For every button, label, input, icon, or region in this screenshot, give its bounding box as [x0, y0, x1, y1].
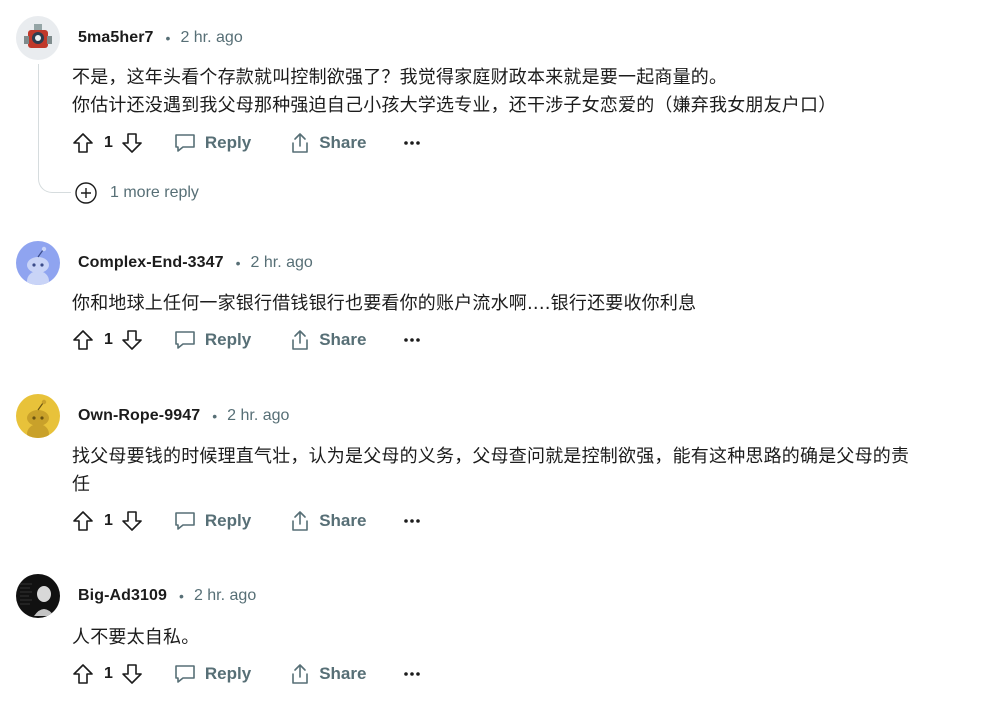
more-replies-label: 1 more reply: [110, 184, 199, 201]
comment-bubble-icon: [175, 134, 195, 152]
comment-actions: 1 Reply Share: [72, 127, 421, 159]
username[interactable]: Complex-End-3347: [78, 254, 224, 272]
reply-label: Reply: [204, 330, 252, 349]
expand-plus-icon: [75, 182, 97, 204]
ellipsis-icon: [404, 141, 421, 145]
reply-label: Reply: [204, 664, 252, 683]
share-label: Share: [319, 330, 367, 349]
downvote-button[interactable]: [121, 329, 143, 351]
vote-count: 1: [104, 331, 113, 348]
share-label: Share: [319, 511, 367, 530]
avatar[interactable]: [16, 16, 60, 60]
more-options-button[interactable]: [404, 140, 421, 146]
reply-label: Reply: [204, 133, 252, 152]
share-icon: [292, 133, 309, 153]
comment-body: 人不要太自私。: [72, 624, 992, 652]
avatar[interactable]: [16, 394, 60, 438]
reply-label: Reply: [204, 511, 252, 530]
reply-button[interactable]: Reply: [173, 132, 251, 154]
upvote-button[interactable]: [72, 663, 94, 685]
vote-count: 1: [104, 665, 113, 682]
avatar[interactable]: [16, 241, 60, 285]
comment-actions: 1 Reply Share: [72, 658, 421, 690]
comment-bubble-icon: [175, 512, 195, 530]
upvote-button[interactable]: [72, 132, 94, 154]
comment-actions: 1 Reply Share: [72, 324, 421, 356]
comment-bubble-icon: [175, 665, 195, 683]
ellipsis-icon: [404, 519, 421, 523]
comment-line: 不是，这年头看个存款就叫控制欲强了？我觉得家庭财政本来就是要一起商量的。: [72, 67, 728, 88]
timestamp: 2 hr. ago: [250, 254, 313, 271]
comment-line: 你估计还没遇到我父母那种强迫自己小孩大学选专业，还干涉子女恋爱的（嫌弃我女朋友户…: [72, 95, 837, 116]
share-icon: [292, 511, 309, 531]
more-options-button[interactable]: [404, 671, 421, 677]
comment-actions: 1 Reply Share: [72, 505, 421, 537]
dark-bust-avatar-icon: [16, 574, 60, 618]
share-icon: [292, 664, 309, 684]
upvote-button[interactable]: [72, 510, 94, 532]
separator-dot: •: [165, 30, 171, 46]
downvote-button[interactable]: [121, 663, 143, 685]
snoo-yellow-avatar-icon: [16, 394, 60, 438]
comment-body: 找父母要钱的时候理直气壮，认为是父母的义务，父母查问就是控制欲强，能有这种思路的…: [72, 443, 992, 499]
share-button[interactable]: Share: [289, 329, 366, 351]
share-button[interactable]: Share: [289, 663, 366, 685]
downvote-button[interactable]: [121, 132, 143, 154]
upvote-arrow-icon: [73, 511, 93, 531]
downvote-arrow-icon: [122, 133, 142, 153]
timestamp: 2 hr. ago: [193, 587, 257, 604]
timestamp: 2 hr. ago: [180, 29, 243, 46]
share-label: Share: [319, 133, 367, 152]
username[interactable]: 5ma5her7: [78, 29, 154, 47]
comment-line: 你和地球上任何一家银行借钱银行也要看你的账户流水啊....银行还要收你利息: [72, 293, 697, 314]
more-options-button[interactable]: [404, 518, 421, 524]
separator-dot: •: [212, 408, 218, 424]
username[interactable]: Own-Rope-9947: [78, 407, 200, 425]
comment-line: 找父母要钱的时候理直气壮，认为是父母的义务，父母查问就是控制欲强，能有这种思路的…: [72, 446, 910, 467]
share-button[interactable]: Share: [289, 132, 366, 154]
reply-button[interactable]: Reply: [173, 510, 251, 532]
comment-bubble-icon: [175, 331, 195, 349]
timestamp: 2 hr. ago: [227, 407, 290, 424]
snoo-blue-avatar-icon: [16, 241, 60, 285]
more-replies-link[interactable]: 1 more reply: [74, 181, 199, 205]
downvote-arrow-icon: [122, 330, 142, 350]
upvote-arrow-icon: [73, 664, 93, 684]
downvote-arrow-icon: [122, 511, 142, 531]
vote-count: 1: [104, 134, 113, 151]
share-button[interactable]: Share: [289, 510, 366, 532]
username[interactable]: Big-Ad3109: [78, 587, 167, 605]
more-options-button[interactable]: [404, 337, 421, 343]
upvote-arrow-icon: [73, 330, 93, 350]
separator-dot: •: [179, 588, 184, 604]
share-label: Share: [319, 664, 367, 683]
comment-body: 不是，这年头看个存款就叫控制欲强了？我觉得家庭财政本来就是要一起商量的。 你估计…: [72, 64, 992, 120]
downvote-arrow-icon: [122, 664, 142, 684]
robot-avatar-icon: [16, 16, 60, 60]
comment-line: 任: [72, 474, 91, 495]
avatar[interactable]: [16, 574, 60, 618]
upvote-arrow-icon: [73, 133, 93, 153]
downvote-button[interactable]: [121, 510, 143, 532]
upvote-button[interactable]: [72, 329, 94, 351]
share-icon: [292, 330, 309, 350]
reply-button[interactable]: Reply: [173, 663, 251, 685]
thread-line: [38, 64, 71, 193]
ellipsis-icon: [404, 338, 421, 342]
ellipsis-icon: [404, 672, 421, 676]
comment-line: 人不要太自私。: [72, 627, 200, 648]
comment-body: 你和地球上任何一家银行借钱银行也要看你的账户流水啊....银行还要收你利息: [72, 290, 992, 318]
separator-dot: •: [235, 255, 241, 271]
vote-count: 1: [104, 512, 113, 529]
reply-button[interactable]: Reply: [173, 329, 251, 351]
